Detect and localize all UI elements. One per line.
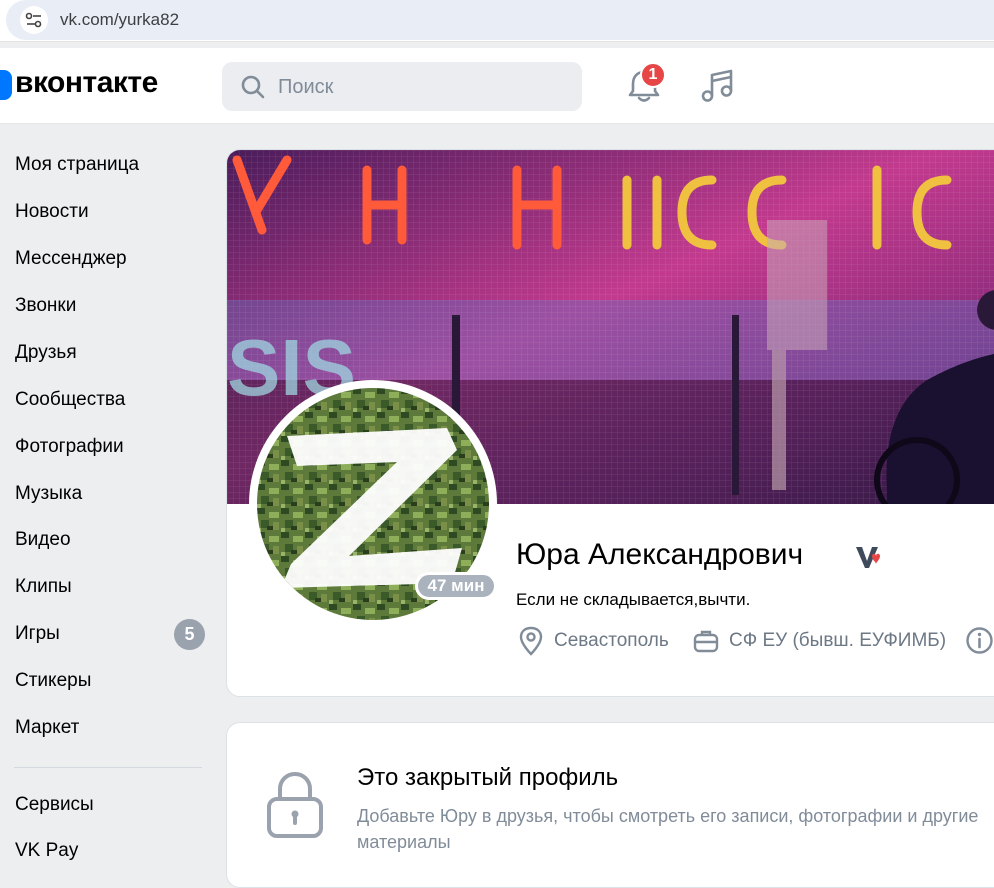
- nav-item-my-page[interactable]: Моя страница: [15, 154, 139, 176]
- profile-city[interactable]: Севастополь: [518, 626, 669, 656]
- nav-item-stickers[interactable]: Стикеры: [15, 670, 91, 692]
- closed-profile-title: Это закрытый профиль: [357, 764, 619, 791]
- nav-item-games[interactable]: Игры: [15, 623, 60, 645]
- location-icon: [519, 626, 543, 656]
- briefcase-icon: [693, 630, 719, 653]
- nav-item-video[interactable]: Видео: [15, 529, 71, 551]
- profile-work-label: СФ ЕУ (бывш. ЕУФИМБ): [729, 630, 947, 651]
- verified-icon[interactable]: [853, 542, 883, 572]
- notification-badge: 1: [640, 62, 666, 88]
- search-box[interactable]: [222, 62, 582, 111]
- lock-icon: [267, 771, 323, 838]
- nav-item-vk-pay[interactable]: VK Pay: [15, 840, 78, 862]
- nav-item-music[interactable]: Музыка: [15, 483, 82, 505]
- profile-name: Юра Александрович: [516, 538, 804, 571]
- nav-item-communities[interactable]: Сообщества: [15, 389, 125, 411]
- profile-status: Если не складывается,вычти.: [516, 590, 751, 609]
- search-input[interactable]: [278, 72, 568, 102]
- vk-logo-icon[interactable]: [0, 70, 12, 100]
- site-header: вконтакте: [0, 48, 994, 124]
- profile-city-label: Севастополь: [554, 630, 669, 651]
- site-info-icon[interactable]: [20, 6, 48, 34]
- info-icon[interactable]: [965, 626, 994, 655]
- nav-divider: [14, 767, 202, 768]
- nav-item-clips[interactable]: Клипы: [15, 576, 72, 598]
- last-seen-badge: 47 мин: [415, 572, 497, 600]
- nav-item-photos[interactable]: Фотографии: [15, 436, 124, 458]
- site-logo[interactable]: вконтакте: [15, 66, 158, 100]
- url-text[interactable]: vk.com/yurka82: [60, 10, 179, 30]
- closed-profile-text: Добавьте Юру в друзья, чтобы смотреть ег…: [357, 806, 979, 852]
- music-icon[interactable]: [698, 66, 738, 106]
- browser-toolbar: vk.com/yurka82: [0, 0, 994, 42]
- nav-item-services[interactable]: Сервисы: [15, 794, 94, 816]
- nav-item-friends[interactable]: Друзья: [15, 342, 77, 364]
- profile-work[interactable]: СФ ЕУ (бывш. ЕУФИМБ): [693, 626, 946, 656]
- nav-item-calls[interactable]: Звонки: [15, 295, 76, 317]
- nav-item-news[interactable]: Новости: [15, 201, 89, 223]
- address-bar[interactable]: vk.com/yurka82: [6, 0, 994, 40]
- nav-item-market[interactable]: Маркет: [15, 717, 79, 739]
- search-icon: [241, 75, 265, 99]
- nav-games-counter: 5: [174, 619, 205, 650]
- nav-item-messenger[interactable]: Мессенджер: [15, 248, 127, 270]
